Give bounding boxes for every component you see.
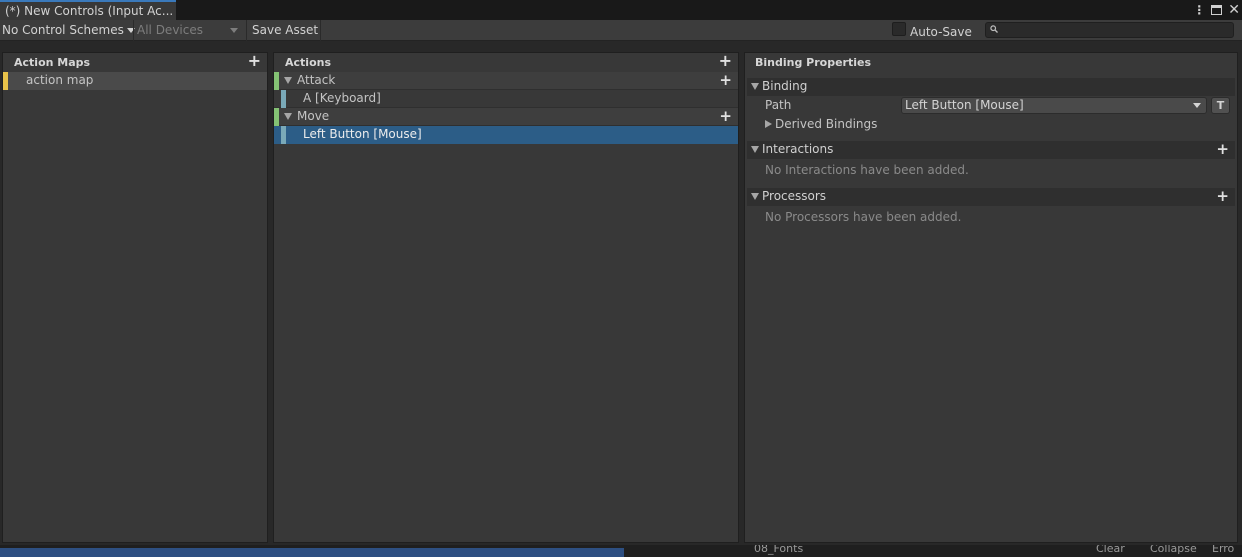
expand-triangle-icon[interactable] (284, 77, 292, 84)
auto-save-label: Auto-Save (910, 25, 972, 39)
expand-triangle-icon (751, 146, 759, 153)
action-label: Move (297, 109, 330, 123)
expand-triangle-icon (751, 193, 759, 200)
derived-bindings-label: Derived Bindings (775, 117, 878, 131)
background-folder-label: 08_Fonts (754, 545, 804, 555)
action-maps-title: Action Maps (14, 56, 91, 69)
toolbar-divider (246, 20, 247, 41)
add-processor-icon[interactable]: + (1216, 189, 1229, 204)
binding-properties-header: Binding Properties (745, 53, 1237, 72)
action-maps-panel: Action Maps + action map (2, 52, 268, 543)
processors-empty-label: No Processors have been added. (765, 210, 962, 224)
actions-header: Actions + (274, 53, 738, 72)
interactions-section-label: Interactions (762, 142, 834, 156)
auto-save-checkbox[interactable] (892, 22, 906, 36)
action-map-color-marker (3, 72, 8, 90)
add-action-icon[interactable]: + (719, 53, 732, 69)
binding-item-selected[interactable]: Left Button [Mouse] (274, 126, 738, 144)
toolbar-divider (320, 20, 321, 41)
expand-triangle-icon[interactable] (284, 113, 292, 120)
interactions-section-header[interactable]: Interactions + (747, 141, 1235, 159)
devices-label: All Devices (137, 23, 203, 37)
save-asset-button[interactable]: Save Asset (252, 20, 318, 41)
processors-empty: No Processors have been added. (745, 206, 1237, 230)
close-icon[interactable]: ✕ (1228, 2, 1240, 18)
control-schemes-dropdown[interactable]: No Control Schemes (2, 20, 135, 41)
binding-properties-title: Binding Properties (755, 56, 872, 69)
add-binding-icon[interactable]: + (719, 73, 732, 88)
asset-toolbar: No Control Schemes All Devices Save Asse… (0, 20, 1242, 41)
add-action-map-icon[interactable]: + (248, 53, 261, 69)
add-binding-icon[interactable]: + (719, 109, 732, 124)
search-input[interactable] (985, 22, 1234, 38)
window-tab-bar: (*) New Controls (Input Ac... ⋮ ✕ (0, 0, 1242, 20)
action-color-marker (274, 108, 279, 126)
action-item-attack[interactable]: Attack + (274, 72, 738, 90)
binding-label: Left Button [Mouse] (303, 127, 422, 141)
add-interaction-icon[interactable]: + (1216, 142, 1229, 157)
chevron-down-icon (1193, 103, 1201, 108)
action-color-marker (274, 72, 279, 90)
binding-color-marker (281, 90, 286, 108)
processors-section-header[interactable]: Processors + (747, 188, 1235, 206)
window-controls: ⋮ ✕ (1193, 1, 1240, 19)
interactions-empty-label: No Interactions have been added. (765, 163, 969, 177)
action-maps-header: Action Maps + (3, 53, 267, 72)
binding-item[interactable]: A [Keyboard] (274, 90, 738, 108)
processors-section-label: Processors (762, 189, 827, 203)
path-value: Left Button [Mouse] (905, 98, 1024, 112)
window-tab[interactable]: (*) New Controls (Input Ac... (0, 0, 176, 20)
binding-color-marker (281, 126, 286, 144)
path-dropdown[interactable]: Left Button [Mouse] (901, 97, 1207, 114)
binding-section-header[interactable]: Binding (747, 78, 1235, 96)
search-icon (990, 25, 998, 33)
collapsed-triangle-icon (765, 120, 772, 128)
chevron-down-icon (230, 28, 238, 33)
derived-bindings-row[interactable]: Derived Bindings (745, 116, 1237, 134)
background-error-label: Erro (1212, 545, 1235, 555)
binding-properties-panel: Binding Properties Binding Path Left But… (744, 52, 1238, 543)
action-map-item[interactable]: action map (3, 72, 267, 90)
background-collapse-label: Collapse (1150, 545, 1197, 555)
actions-panel: Actions + Attack + A [Keyboard] Move + L… (273, 52, 739, 543)
interactions-empty: No Interactions have been added. (745, 159, 1237, 183)
binding-section-label: Binding (762, 79, 808, 93)
binding-label: A [Keyboard] (303, 91, 381, 105)
background-clear-label: Clear (1096, 545, 1125, 555)
action-label: Attack (297, 73, 336, 87)
action-map-label: action map (26, 73, 94, 87)
text-mode-button[interactable]: T (1211, 97, 1230, 114)
expand-triangle-icon (751, 83, 759, 90)
path-label: Path (765, 98, 792, 112)
path-row: Path Left Button [Mouse] T (745, 96, 1237, 116)
more-vert-icon[interactable]: ⋮ (1193, 2, 1205, 18)
actions-title: Actions (285, 56, 331, 69)
control-schemes-label: No Control Schemes (2, 23, 124, 37)
devices-dropdown[interactable]: All Devices (133, 20, 243, 41)
action-item-move[interactable]: Move + (274, 108, 738, 126)
background-selection-bar (0, 548, 624, 557)
maximize-icon[interactable] (1211, 5, 1223, 15)
background-editor-strip: 08_Fonts Clear Collapse Erro (0, 545, 1242, 557)
